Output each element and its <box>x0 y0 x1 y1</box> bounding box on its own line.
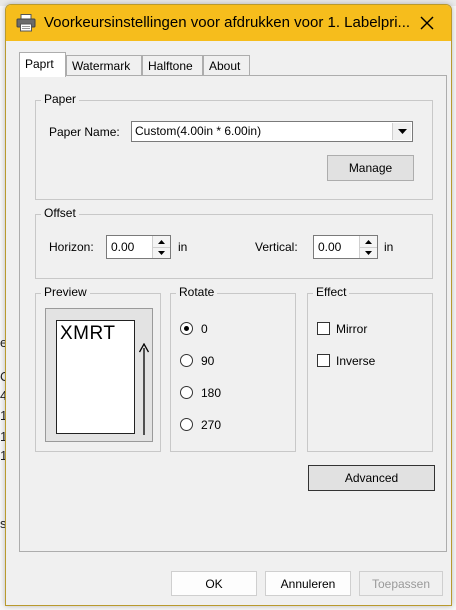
advanced-button[interactable]: Advanced <box>308 465 435 491</box>
rotate-270-label: 270 <box>201 418 222 432</box>
ok-button[interactable]: OK <box>171 571 257 596</box>
effect-group-label: Effect <box>313 285 350 299</box>
offset-group-label: Offset <box>41 206 79 220</box>
vertical-label: Vertical: <box>255 240 298 254</box>
spin-down-icon[interactable] <box>153 247 170 258</box>
close-icon <box>420 16 434 30</box>
vertical-unit: in <box>384 240 394 254</box>
paper-group-label: Paper <box>41 92 80 106</box>
tab-panel-body: Paper Paper Name: Custom(4.00in * 6.00in… <box>20 76 446 551</box>
spin-down-icon[interactable] <box>360 247 377 258</box>
preview-area: XMRT <box>45 308 153 442</box>
tab-halftone[interactable]: Halftone <box>142 55 203 76</box>
inverse-checkbox[interactable] <box>317 354 330 367</box>
horizon-spinner-buttons <box>152 236 170 258</box>
paper-name-value: Custom(4.00in * 6.00in) <box>135 124 262 138</box>
rotate-group-label: Rotate <box>176 285 218 299</box>
paper-name-select[interactable]: Custom(4.00in * 6.00in) <box>131 121 413 142</box>
tab-watermark[interactable]: Watermark <box>66 55 142 76</box>
printer-icon <box>16 14 36 32</box>
paper-name-label: Paper Name: <box>49 125 120 139</box>
rotate-90-radio[interactable] <box>180 354 193 367</box>
horizon-label: Horizon: <box>49 240 94 254</box>
horizon-value: 0.00 <box>111 240 135 254</box>
preview-sample-text: XMRT <box>60 323 116 344</box>
effect-group: Effect Mirror Inverse <box>307 285 433 452</box>
title-bar[interactable]: Voorkeursinstellingen voor afdrukken voo… <box>6 5 451 41</box>
chevron-down-icon[interactable] <box>392 123 411 140</box>
offset-group: Offset Horizon: 0.00 in Vertical: 0.00 i… <box>35 206 433 279</box>
spin-up-icon[interactable] <box>360 236 377 247</box>
feed-direction-arrow-icon <box>139 343 149 435</box>
cancel-button[interactable]: Annuleren <box>265 571 351 596</box>
rotate-0-label: 0 <box>201 322 208 336</box>
close-button[interactable] <box>411 9 443 37</box>
preview-label-paper: XMRT <box>56 320 135 434</box>
rotate-270-radio[interactable] <box>180 418 193 431</box>
rotate-0-radio[interactable] <box>180 322 193 335</box>
print-preferences-dialog: Voorkeursinstellingen voor afdrukken voo… <box>5 4 452 606</box>
vertical-value: 0.00 <box>318 240 342 254</box>
manage-button[interactable]: Manage <box>327 155 414 181</box>
tab-panel: Paper Paper Name: Custom(4.00in * 6.00in… <box>19 75 447 552</box>
tab-paprt[interactable]: Paprt <box>19 52 66 77</box>
spin-up-icon[interactable] <box>153 236 170 247</box>
apply-button[interactable]: Toepassen <box>359 571 443 596</box>
vertical-spinner[interactable]: 0.00 <box>313 235 378 259</box>
rotate-180-label: 180 <box>201 386 222 400</box>
inverse-label: Inverse <box>336 354 376 368</box>
mirror-checkbox[interactable] <box>317 322 330 335</box>
paper-group: Paper Paper Name: Custom(4.00in * 6.00in… <box>35 92 433 200</box>
horizon-spinner[interactable]: 0.00 <box>106 235 171 259</box>
rotate-180-radio[interactable] <box>180 386 193 399</box>
preview-group: Preview XMRT <box>35 285 161 452</box>
rotate-90-label: 90 <box>201 354 215 368</box>
preview-group-label: Preview <box>41 285 90 299</box>
window-title: Voorkeursinstellingen voor afdrukken voo… <box>44 14 411 31</box>
mirror-label: Mirror <box>336 322 368 336</box>
rotate-group: Rotate 0 90 180 270 <box>170 285 296 452</box>
tab-about[interactable]: About <box>203 55 250 76</box>
horizon-unit: in <box>178 240 188 254</box>
vertical-spinner-buttons <box>359 236 377 258</box>
